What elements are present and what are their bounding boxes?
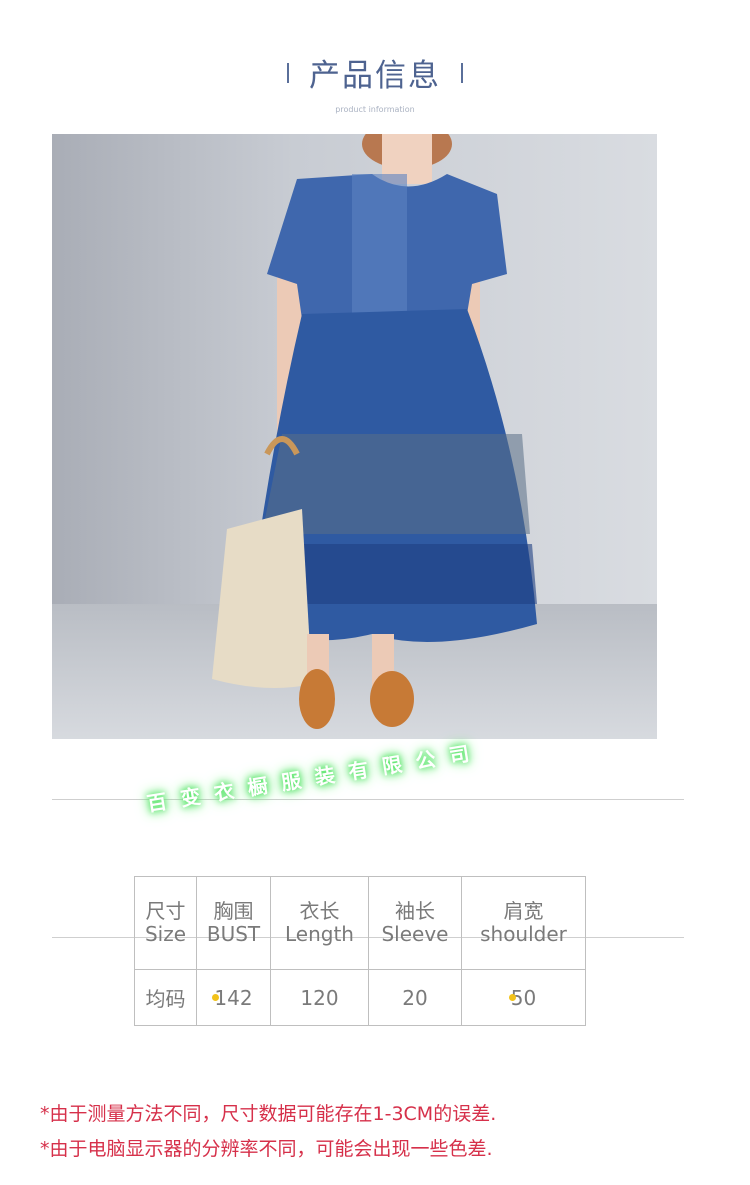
color-note: *由于电脑显示器的分辨率不同，可能会出现一些色差. [40,1138,493,1160]
left-shoe [299,669,335,729]
header-bust: 胸围 BUST [196,876,271,970]
cell-bust: 142 [196,969,271,1026]
header-shoulder-en: shoulder [480,922,567,946]
right-shoe [370,671,414,727]
header-bust-cn: 胸围 [213,899,254,923]
company-watermark: 百变衣橱服装有限公司 [145,739,485,817]
section-title: 产品信息 [309,58,441,94]
header-length-en: Length [285,922,354,946]
cell-size: 均码 [134,969,197,1026]
section-header: 产品信息 product information [0,50,750,114]
size-table-header-row: 尺寸 Size 胸围 BUST 衣长 Length 袖长 Sleeve 肩宽 s… [134,876,586,970]
cell-bust-value: 142 [214,985,253,1010]
cell-length: 120 [270,969,369,1026]
measurement-note: *由于测量方法不同，尺寸数据可能存在1-3CM的误差. [40,1103,497,1125]
header-size: 尺寸 Size [134,876,197,970]
header-length: 衣长 Length [270,876,369,970]
title-left-bar [287,62,289,83]
header-sleeve-cn: 袖长 [395,899,435,923]
header-shoulder: 肩宽 shoulder [461,876,586,970]
title-row: 产品信息 [0,50,750,95]
header-size-cn: 尺寸 [145,899,186,923]
product-photo [52,134,657,739]
header-sleeve-en: Sleeve [381,922,449,946]
cell-shoulder: 50 [461,969,586,1026]
header-length-cn: 衣长 [299,899,340,923]
cell-sleeve: 20 [368,969,462,1026]
size-table-row: 均码 142 120 20 50 [134,969,586,1026]
title-right-bar [461,62,463,83]
size-table: 尺寸 Size 胸围 BUST 衣长 Length 袖长 Sleeve 肩宽 s… [134,876,586,1026]
dress-illustration [52,134,657,739]
header-bust-en: BUST [206,922,261,946]
straw-bag [212,509,312,688]
bullet-dot-icon [508,993,516,1001]
header-sleeve: 袖长 Sleeve [368,876,462,970]
section-subtitle: product information [335,105,415,114]
bullet-dot-icon [212,993,220,1001]
dress-plaid-1 [352,174,407,319]
header-shoulder-cn: 肩宽 [503,899,544,923]
header-size-en: Size [144,922,187,946]
